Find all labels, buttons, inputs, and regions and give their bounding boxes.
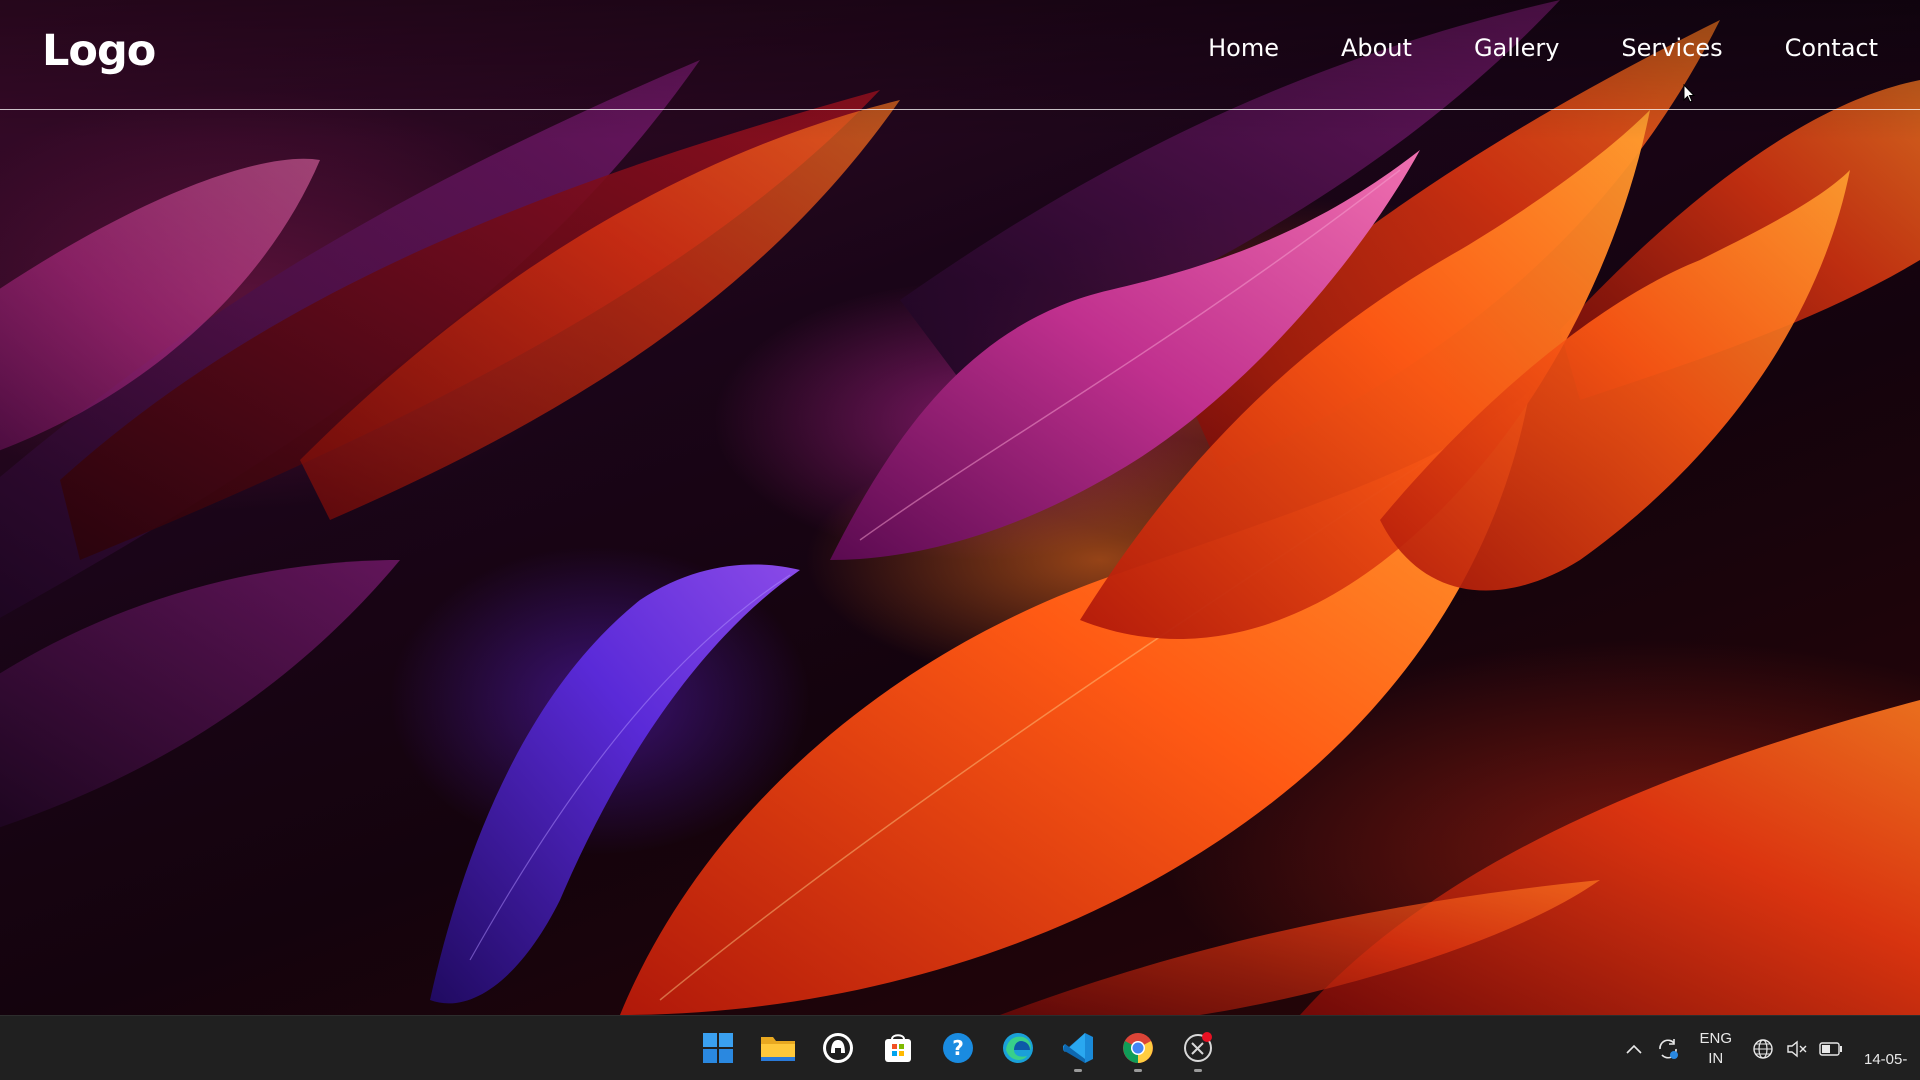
nav-menu: Home About Gallery Services Contact	[1208, 34, 1878, 62]
site-navbar: Logo Home About Gallery Services Contact	[0, 0, 1920, 110]
file-explorer-icon[interactable]	[756, 1026, 800, 1070]
edge-browser-icon[interactable]	[996, 1026, 1040, 1070]
nav-link-about[interactable]: About	[1341, 34, 1412, 62]
start-menu-icon[interactable]	[696, 1026, 740, 1070]
nav-link-gallery[interactable]: Gallery	[1474, 34, 1559, 62]
hero-background: Logo Home About Gallery Services Contact	[0, 0, 1920, 1015]
region-code: IN	[1708, 1049, 1724, 1067]
nav-link-home[interactable]: Home	[1208, 34, 1279, 62]
volume-muted-icon[interactable]	[1780, 1039, 1814, 1059]
running-indicator	[1134, 1069, 1142, 1072]
windows-taskbar: ? ENG IN 14-05-	[0, 1015, 1920, 1080]
sound-recorder-icon[interactable]	[816, 1026, 860, 1070]
network-globe-icon[interactable]	[1746, 1038, 1780, 1060]
site-logo[interactable]: Logo	[42, 26, 156, 76]
language-code: ENG	[1699, 1029, 1732, 1047]
taskbar-apps: ?	[696, 1026, 1220, 1072]
svg-text:?: ?	[952, 1036, 964, 1060]
microsoft-store-icon[interactable]	[876, 1026, 920, 1070]
desktop-screen: Logo Home About Gallery Services Contact	[0, 0, 1920, 1080]
vscode-icon[interactable]	[1056, 1026, 1100, 1072]
mouse-cursor-icon	[1683, 84, 1696, 103]
running-indicator	[1074, 1069, 1082, 1072]
sync-icon[interactable]	[1651, 1037, 1685, 1061]
language-indicator[interactable]: ENG IN	[1699, 1029, 1732, 1069]
running-indicator	[1194, 1069, 1202, 1072]
battery-icon[interactable]	[1814, 1041, 1848, 1056]
snipping-tool-icon[interactable]	[1176, 1026, 1220, 1072]
nav-link-contact[interactable]: Contact	[1785, 34, 1878, 62]
system-tray: ENG IN 14-05-	[1617, 1016, 1920, 1080]
chrome-icon[interactable]	[1116, 1026, 1160, 1072]
clock-date[interactable]: 14-05-	[1864, 1029, 1920, 1068]
chevron-up-icon[interactable]	[1617, 1044, 1651, 1054]
abstract-leaves-image	[0, 0, 1920, 1015]
help-icon[interactable]: ?	[936, 1026, 980, 1070]
nav-link-services[interactable]: Services	[1621, 34, 1722, 62]
